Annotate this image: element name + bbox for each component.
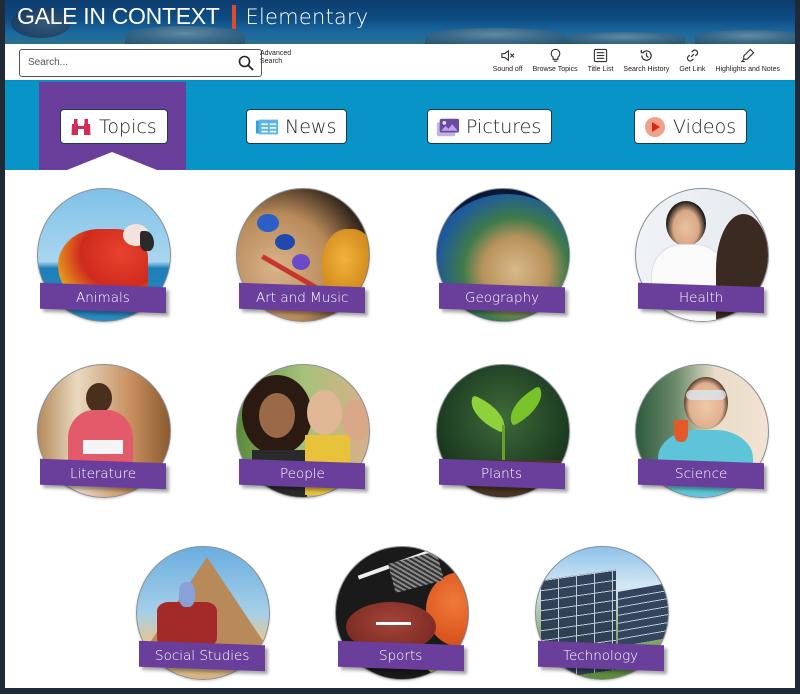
reef-decoration bbox=[425, 28, 565, 44]
search-history-button[interactable]: Search History bbox=[618, 48, 674, 73]
list-icon bbox=[593, 48, 608, 63]
tab-label: Videos bbox=[673, 115, 737, 138]
topic-tile-animals[interactable]: Animals bbox=[34, 188, 174, 328]
brand-level: Elementary bbox=[245, 4, 369, 29]
play-icon bbox=[645, 116, 665, 137]
highlights-notes-button[interactable]: Highlights and Notes bbox=[710, 48, 785, 73]
advanced-search-link[interactable]: Advanced Search bbox=[260, 50, 291, 66]
topic-tile-literature[interactable]: Literature bbox=[34, 364, 174, 504]
topic-label-ribbon: Sports bbox=[338, 640, 464, 672]
topic-label-ribbon: Social Studies bbox=[139, 640, 265, 672]
title-list-button[interactable]: Title List bbox=[583, 48, 619, 73]
reef-decoration bbox=[695, 30, 795, 44]
toolbar-tools: Sound off Browse Topics Title List Searc… bbox=[488, 48, 785, 73]
search-input[interactable] bbox=[20, 50, 230, 75]
tool-label: Highlights and Notes bbox=[715, 66, 780, 73]
browse-topics-button[interactable]: Browse Topics bbox=[528, 48, 583, 73]
advanced-search-label: Advanced bbox=[260, 50, 292, 57]
brand-divider bbox=[231, 4, 236, 29]
topic-label-ribbon: Plants bbox=[439, 458, 565, 490]
topic-tile-geography[interactable]: Geography bbox=[433, 188, 573, 328]
history-icon bbox=[640, 49, 652, 61]
link-icon bbox=[686, 49, 698, 62]
tab-news[interactable]: News bbox=[246, 109, 348, 144]
tab-pictures[interactable]: Pictures bbox=[427, 109, 553, 144]
tool-label: Search History bbox=[623, 66, 670, 73]
topic-label: Sports bbox=[379, 648, 423, 664]
tool-label: Title List bbox=[587, 66, 614, 73]
binoculars-icon bbox=[71, 118, 91, 135]
tool-label: Browse Topics bbox=[532, 66, 578, 73]
newspaper-icon bbox=[255, 119, 279, 134]
topic-label: Social Studies bbox=[154, 648, 250, 664]
topic-label: Art and Music bbox=[255, 289, 349, 306]
topic-tile-art-and-music[interactable]: Art and Music bbox=[233, 188, 373, 328]
tab-label: Pictures bbox=[466, 115, 542, 138]
toolbar: Advanced Search Sound off Browse Topics bbox=[5, 44, 795, 82]
tool-label: Get Link bbox=[679, 66, 706, 73]
advanced-search-label: Search bbox=[260, 58, 283, 65]
window-frame-bottom bbox=[0, 688, 800, 694]
topic-label: Technology bbox=[563, 648, 639, 664]
tab-topics[interactable]: Topics bbox=[60, 109, 168, 144]
topic-label: Literature bbox=[69, 465, 137, 482]
topic-tile-science[interactable]: Science bbox=[632, 364, 772, 504]
topic-label-ribbon: People bbox=[239, 458, 365, 490]
topic-tile-plants[interactable]: Plants bbox=[433, 364, 573, 504]
tab-videos[interactable]: Videos bbox=[634, 109, 748, 144]
topic-label: Animals bbox=[76, 290, 130, 306]
speaker-mute-icon bbox=[501, 49, 515, 62]
topic-label-ribbon: Literature bbox=[40, 458, 166, 490]
active-tab-pointer bbox=[67, 152, 157, 170]
topic-tile-social-studies[interactable]: Social Studies bbox=[133, 546, 273, 686]
image-gallery-icon bbox=[436, 118, 460, 136]
topic-label-ribbon: Technology bbox=[538, 640, 664, 672]
reef-decoration bbox=[565, 32, 685, 44]
sound-off-button[interactable]: Sound off bbox=[488, 48, 528, 73]
topic-label: Geography bbox=[464, 289, 540, 306]
topic-tile-technology[interactable]: Technology bbox=[532, 546, 672, 686]
topic-tile-health[interactable]: Health bbox=[632, 188, 772, 328]
highlighter-icon bbox=[740, 48, 755, 63]
app-frame: GALE IN CONTEXT Elementary Advanced Sear… bbox=[5, 0, 795, 688]
topic-tile-people[interactable]: People bbox=[233, 364, 373, 504]
get-link-button[interactable]: Get Link bbox=[674, 48, 710, 73]
search-box bbox=[19, 49, 262, 77]
topic-label-ribbon: Animals bbox=[40, 282, 166, 314]
topic-label: Health bbox=[678, 290, 724, 306]
content-type-tabs: Topics News Pictures Videos bbox=[5, 82, 795, 170]
topic-label-ribbon: Geography bbox=[439, 282, 565, 314]
brand-logo[interactable]: GALE IN CONTEXT Elementary bbox=[17, 3, 368, 30]
topic-label-ribbon: Art and Music bbox=[239, 282, 365, 314]
tab-label: Topics bbox=[99, 115, 157, 138]
search-icon[interactable] bbox=[238, 55, 254, 71]
topic-label-ribbon: Health bbox=[638, 282, 764, 314]
tool-label: Sound off bbox=[492, 66, 523, 73]
topic-tile-sports[interactable]: Sports bbox=[332, 546, 472, 686]
brand-name: GALE IN CONTEXT bbox=[17, 3, 220, 29]
topic-label: Science bbox=[674, 466, 728, 482]
topic-label-ribbon: Science bbox=[638, 458, 764, 490]
topic-label: Plants bbox=[481, 466, 523, 482]
topic-label: People bbox=[279, 465, 325, 482]
header-banner: GALE IN CONTEXT Elementary bbox=[5, 0, 795, 44]
tab-label: News bbox=[285, 115, 337, 138]
lightbulb-icon bbox=[550, 48, 560, 62]
